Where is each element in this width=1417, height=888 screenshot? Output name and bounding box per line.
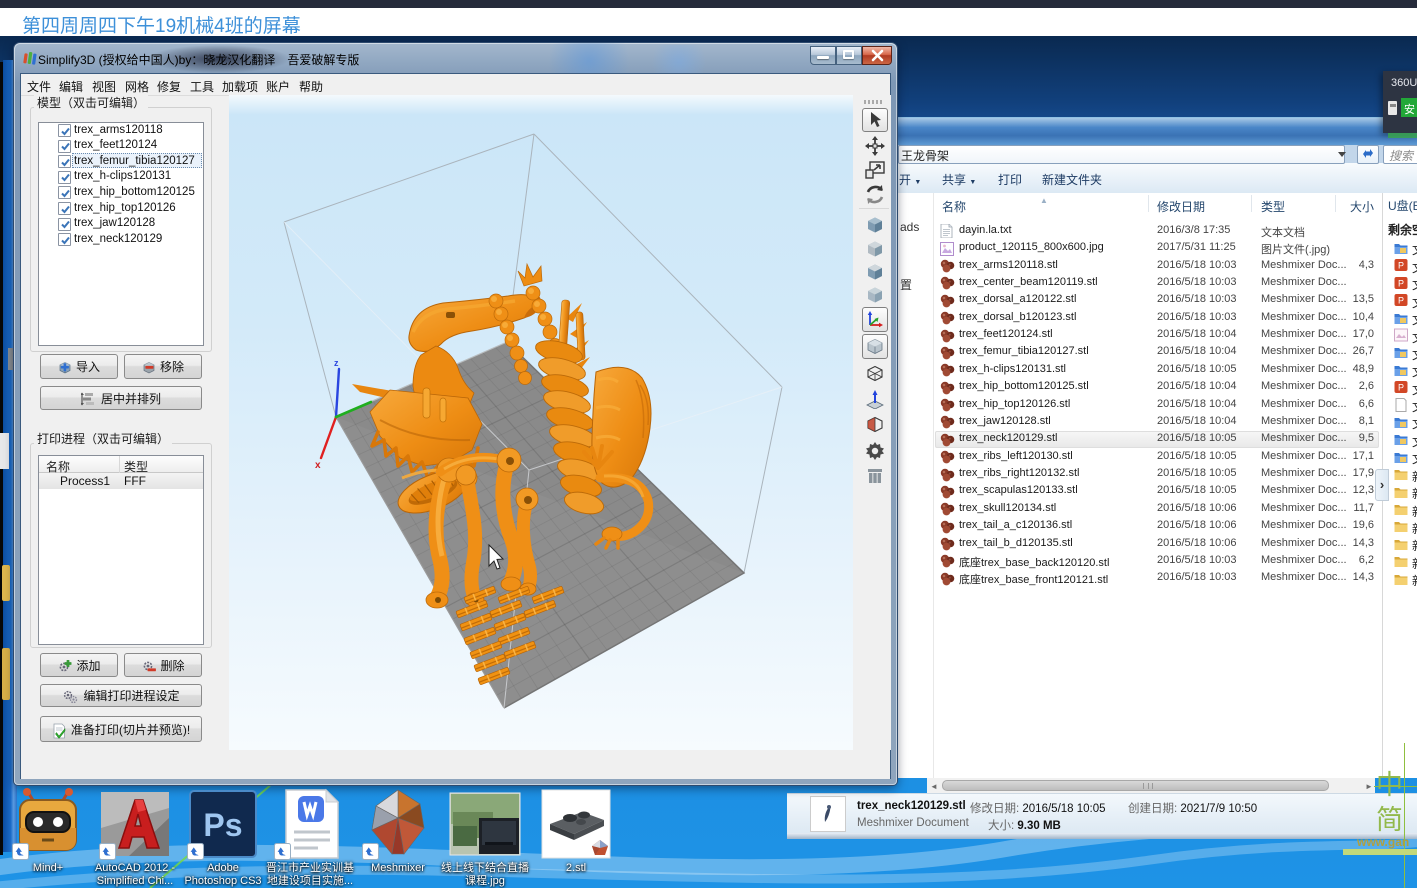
svg-text:P: P [1398,261,1404,271]
svg-text:P: P [1398,279,1404,289]
svg-text:Ps: Ps [203,807,242,843]
svg-text:P: P [1398,383,1404,393]
svg-text:P: P [1398,296,1404,306]
svg-text:z: z [334,358,339,368]
svg-text:x: x [315,460,321,471]
